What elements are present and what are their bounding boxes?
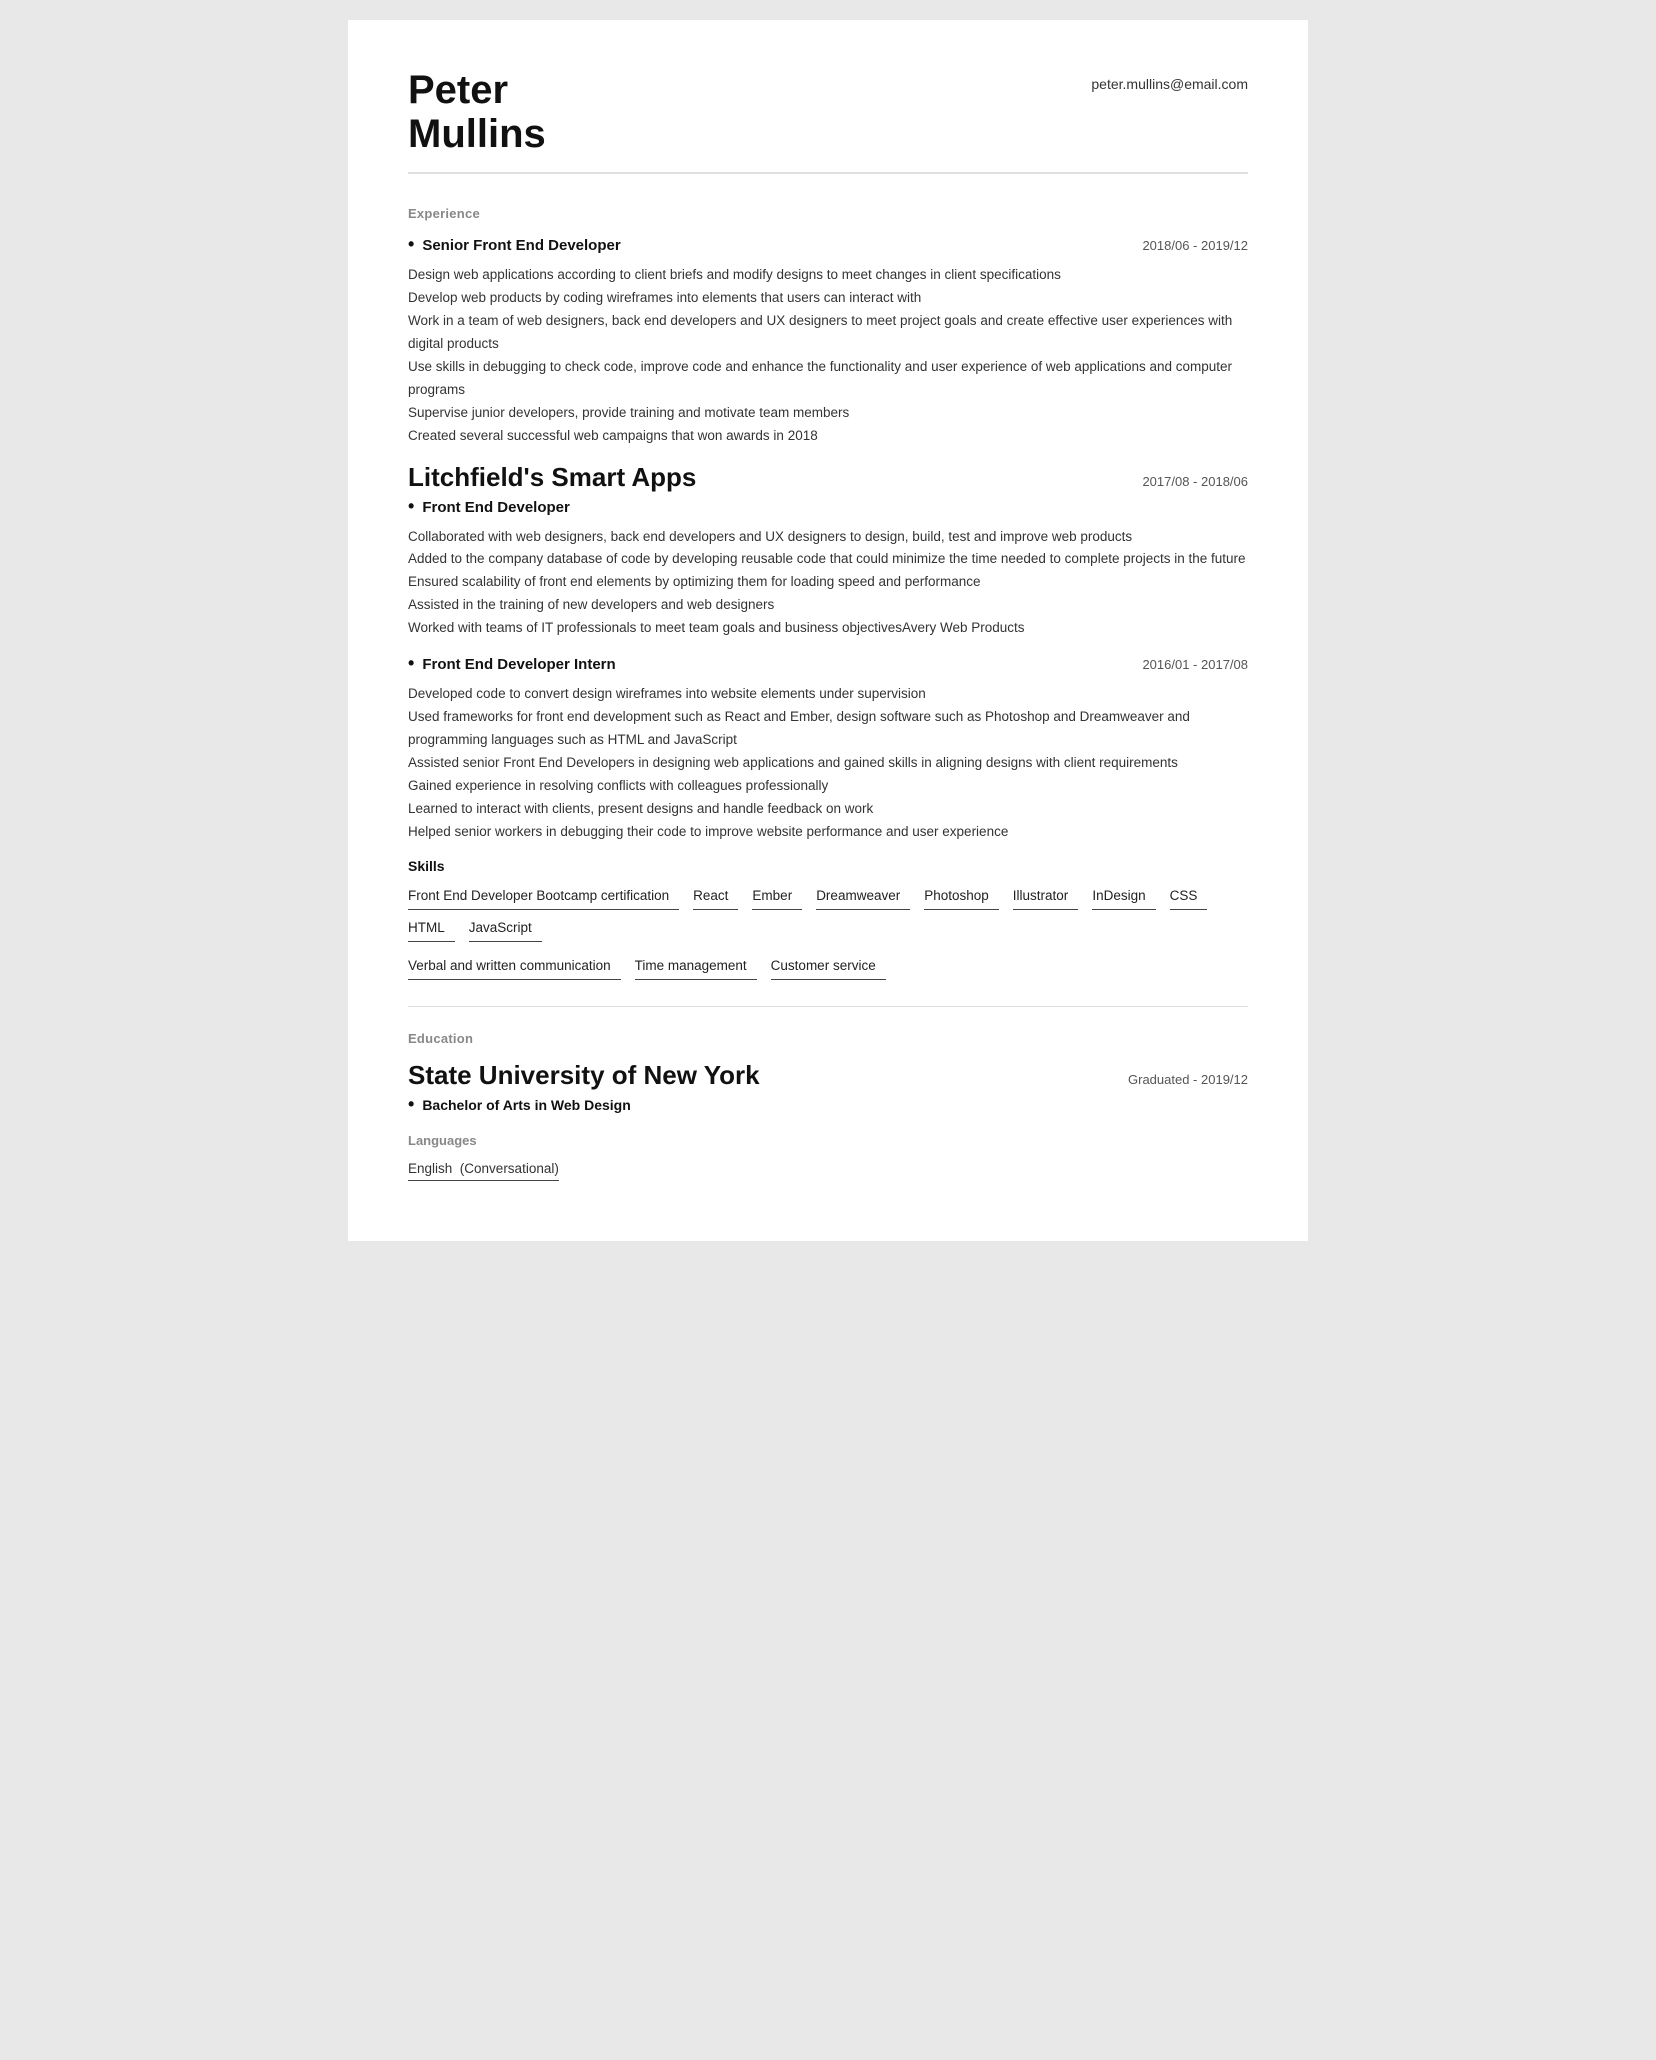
skills-row-2: Verbal and written communication Time ma…: [408, 956, 1248, 988]
job-description-2: Collaborated with web designers, back en…: [408, 526, 1248, 641]
job-description-1: Design web applications according to cli…: [408, 264, 1248, 448]
job-title-row-2: • Front End Developer: [408, 497, 1248, 516]
date-range-3: 2016/01 - 2017/08: [1126, 657, 1248, 672]
job-entry-3: • Front End Developer Intern 2016/01 - 2…: [408, 654, 1248, 844]
language-name: English: [408, 1161, 452, 1176]
job-entry-1: • Senior Front End Developer 2018/06 - 2…: [408, 235, 1248, 448]
skill-css: CSS: [1170, 886, 1208, 910]
company-header-litchfield: Litchfield's Smart Apps 2017/08 - 2018/0…: [408, 462, 1248, 493]
degree-title: Bachelor of Arts in Web Design: [422, 1097, 630, 1113]
date-range-litchfield: 2017/08 - 2018/06: [1126, 474, 1248, 489]
graduation-date: Graduated - 2019/12: [1112, 1072, 1248, 1087]
degree-entry: • Bachelor of Arts in Web Design: [408, 1095, 1248, 1113]
skills-section: Skills Front End Developer Bootcamp cert…: [408, 858, 1248, 988]
job-title-row-1: • Senior Front End Developer 2018/06 - 2…: [408, 235, 1248, 254]
skill-html: HTML: [408, 918, 455, 942]
languages-section: Languages English (Conversational): [408, 1133, 1248, 1181]
skill-react: React: [693, 886, 738, 910]
language-english: English (Conversational): [408, 1161, 559, 1181]
skills-section-label: Skills: [408, 858, 1248, 874]
skill-ember: Ember: [752, 886, 802, 910]
header-email: peter.mullins@email.com: [1091, 68, 1248, 92]
company-name-litchfield: Litchfield's Smart Apps: [408, 462, 696, 493]
job-description-3: Developed code to convert design wirefra…: [408, 683, 1248, 844]
skill-illustrator: Illustrator: [1013, 886, 1079, 910]
header: Peter Mullins peter.mullins@email.com: [408, 68, 1248, 174]
education-section-label: Education: [408, 1031, 1248, 1046]
skills-row-1: Front End Developer Bootcamp certificati…: [408, 886, 1248, 950]
job-entry-2: • Front End Developer Collaborated with …: [408, 497, 1248, 641]
skill-indesign: InDesign: [1092, 886, 1155, 910]
job-title-1: Senior Front End Developer: [422, 237, 620, 254]
bullet-1: •: [408, 235, 414, 253]
skill-photoshop: Photoshop: [924, 886, 999, 910]
bullet-3: •: [408, 654, 414, 672]
experience-section-label: Experience: [408, 206, 1248, 221]
resume-page: Peter Mullins peter.mullins@email.com Ex…: [348, 20, 1308, 1241]
education-header: State University of New York Graduated -…: [408, 1060, 1248, 1091]
school-name: State University of New York: [408, 1060, 760, 1091]
skill-verbal: Verbal and written communication: [408, 956, 621, 980]
skill-javascript: JavaScript: [469, 918, 542, 942]
skill-time-management: Time management: [635, 956, 757, 980]
education-section: Education State University of New York G…: [408, 1031, 1248, 1113]
languages-section-label: Languages: [408, 1133, 1248, 1148]
language-entry: English (Conversational): [408, 1160, 1248, 1181]
job-title-2: Front End Developer: [422, 499, 570, 516]
header-name: Peter Mullins: [408, 68, 546, 156]
skill-customer-service: Customer service: [771, 956, 886, 980]
skill-bootcamp: Front End Developer Bootcamp certificati…: [408, 886, 679, 910]
language-level: (Conversational): [460, 1161, 559, 1176]
bullet-degree: •: [408, 1095, 414, 1113]
first-name: Peter: [408, 68, 508, 112]
job-title-row-3: • Front End Developer Intern 2016/01 - 2…: [408, 654, 1248, 673]
date-range-1: 2018/06 - 2019/12: [1126, 238, 1248, 253]
last-name: Mullins: [408, 112, 546, 156]
bullet-2: •: [408, 497, 414, 515]
divider-1: [408, 1006, 1248, 1007]
skill-dreamweaver: Dreamweaver: [816, 886, 910, 910]
job-title-3: Front End Developer Intern: [422, 656, 615, 673]
